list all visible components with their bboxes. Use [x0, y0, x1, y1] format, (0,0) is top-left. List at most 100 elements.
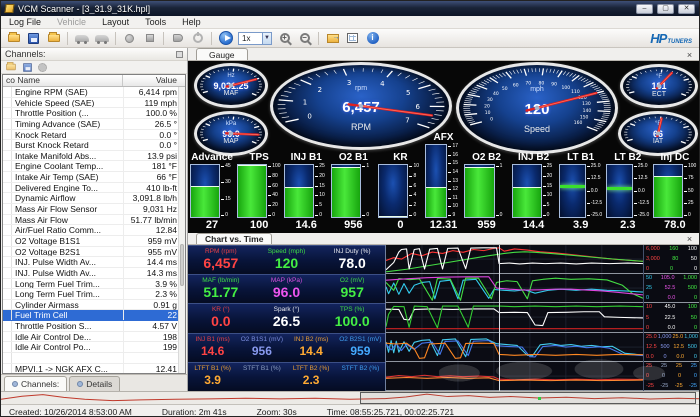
tab-gauge[interactable]: Gauge: [196, 48, 248, 60]
table-row[interactable]: Engine Coolant Temp...181 °F: [3, 161, 185, 172]
title-bar: VCM Scanner - [3_31.9_31K.hpl] – ▢ ✕: [1, 1, 699, 16]
chart-cursor[interactable]: [499, 245, 500, 391]
readout-cell: Speed (mph)120: [254, 246, 320, 273]
svg-text:0: 0: [307, 113, 311, 121]
stop-button[interactable]: [140, 30, 159, 47]
table-row[interactable]: Delivered Engine To...410 lb-ft: [3, 183, 185, 194]
table-row[interactable]: Cylinder Airmass0.91 g: [3, 300, 185, 311]
table-row[interactable]: Intake Air Temp (SAE)66 °F: [3, 172, 185, 183]
zoom-out-button[interactable]: −: [295, 30, 314, 47]
zoom-in-button[interactable]: +: [275, 30, 294, 47]
svg-text:30: 30: [487, 97, 493, 103]
overview-selection[interactable]: [360, 392, 696, 404]
export-button[interactable]: [323, 30, 342, 47]
table-row[interactable]: INJ. Pulse Width Av...14.4 ms: [3, 257, 185, 268]
table-row[interactable]: MPVI.1 -> NGK AFX C...12.41: [3, 364, 185, 373]
minimize-button[interactable]: –: [636, 4, 653, 14]
table-row[interactable]: Mass Air Flow51.77 lb/min: [3, 215, 185, 226]
table-row[interactable]: O2 Voltage B1S1959 mV: [3, 236, 185, 247]
scrollbar-thumb[interactable]: [180, 244, 184, 286]
toolbar-separator: [318, 32, 319, 45]
record-button[interactable]: [120, 30, 139, 47]
kr-bar-gauge: KR10864200: [378, 152, 422, 232]
close-icon[interactable]: ×: [684, 234, 695, 244]
column-header-name[interactable]: co Name: [3, 75, 123, 86]
table-scrollbar[interactable]: [178, 87, 185, 373]
zoom-in-icon: +: [280, 33, 290, 43]
table-row[interactable]: Knock Retard0.0 °: [3, 130, 185, 141]
svg-text:40: 40: [493, 91, 499, 97]
beep-button[interactable]: [168, 30, 187, 47]
readout-row: RPM (rpm)6,457Speed (mph)120INJ Duty (%)…: [188, 245, 385, 274]
table-row[interactable]: Throttle Position S...4.57 V: [3, 321, 185, 332]
channels-table-header[interactable]: co Name Value: [3, 75, 185, 87]
afx-bar-value: 12.31: [425, 218, 461, 232]
pin-icon[interactable]: [176, 51, 183, 58]
svg-text:4: 4: [380, 80, 385, 88]
chart-strip[interactable]: [386, 333, 643, 362]
write-vehicle-button[interactable]: [92, 30, 111, 47]
table-row[interactable]: Throttle Position (...100.0 %: [3, 108, 185, 119]
channel-config-save-icon[interactable]: [23, 63, 32, 72]
table-row[interactable]: Idle Air Control Po...199: [3, 342, 185, 353]
table-row[interactable]: Fuel Trim Cell22: [3, 310, 185, 321]
save-log-button[interactable]: [24, 30, 43, 47]
table-row[interactable]: Idle Air Control De...198: [3, 332, 185, 343]
scan-data-button[interactable]: [343, 30, 362, 47]
table-row[interactable]: Air/Fuel Ratio Comm...12.84: [3, 225, 185, 236]
chart-strip[interactable]: [386, 303, 643, 332]
svg-text:3: 3: [347, 79, 351, 87]
table-row[interactable]: Long Term Fuel Trim...3.9 %: [3, 279, 185, 290]
power-button[interactable]: [188, 30, 207, 47]
table-row[interactable]: Mass Air Flow Sensor9,031 Hz: [3, 204, 185, 215]
readout-cell: O2 (mV)957: [319, 275, 385, 302]
menu-help[interactable]: Help: [174, 16, 209, 28]
table-row[interactable]: [3, 353, 185, 364]
tab-chart-vs-time[interactable]: Chart vs. Time: [196, 233, 272, 244]
menu-log-file[interactable]: Log File: [1, 16, 49, 28]
channel-config-open-icon[interactable]: [6, 64, 16, 70]
table-row[interactable]: INJ. Pulse Width Av...14.3 ms: [3, 268, 185, 279]
table-row[interactable]: Vehicle Speed (SAE)119 mph: [3, 98, 185, 109]
close-button[interactable]: ✕: [678, 4, 695, 14]
menu-layout[interactable]: Layout: [94, 16, 137, 28]
table-row[interactable]: Timing Advance (SAE)26.5 °: [3, 119, 185, 130]
chart-strips[interactable]: [386, 245, 643, 391]
menu-tools[interactable]: Tools: [137, 16, 174, 28]
maximize-button[interactable]: ▢: [657, 4, 674, 14]
open-log-button[interactable]: [4, 30, 23, 47]
readout-row: MAF (lb/min)51.77MAP (kPa)96.0O2 (mV)957: [188, 274, 385, 303]
table-row[interactable]: O2 Voltage B2S1955 mV: [3, 247, 185, 258]
info-button[interactable]: [363, 30, 382, 47]
save-as-button[interactable]: [44, 30, 63, 47]
svg-text:140: 140: [583, 108, 592, 114]
inj-b2-bar-gauge: INJ B2252015105014.4: [512, 152, 556, 232]
tab-details[interactable]: Details: [69, 376, 120, 391]
play-button[interactable]: [216, 30, 235, 47]
status-bar: Created: 10/26/2014 8:53:00 AM Duration:…: [1, 404, 699, 417]
close-icon[interactable]: ×: [684, 50, 695, 60]
toolbar-separator: [211, 32, 212, 45]
readout-cell: O2 B2S1 (mV)959: [336, 334, 385, 361]
table-row[interactable]: Engine RPM (SAE)6,414 rpm: [3, 87, 185, 98]
gear-icon[interactable]: [38, 63, 47, 72]
chart-area: RPM (rpm)6,457Speed (mph)120INJ Duty (%)…: [188, 245, 699, 391]
table-row[interactable]: Dynamic Airflow3,091.8 lb/h: [3, 193, 185, 204]
readout-cell: KR (°)0.0: [188, 304, 254, 331]
car-icon: [95, 35, 109, 42]
replay-speed-select[interactable]: 1x ▼: [238, 32, 272, 45]
table-row[interactable]: Burst Knock Retard0.0 °: [3, 140, 185, 151]
menu-vehicle[interactable]: Vehicle: [49, 16, 94, 28]
chart-strip[interactable]: [386, 362, 643, 391]
timeline-overview[interactable]: [1, 391, 699, 404]
svg-text:130: 130: [582, 101, 591, 107]
table-row[interactable]: Long Term Fuel Trim...2.3 %: [3, 289, 185, 300]
tab-channels[interactable]: Channels:: [4, 376, 67, 391]
table-row[interactable]: Intake Manifold Abs...13.9 psi: [3, 151, 185, 162]
column-header-value[interactable]: Value: [123, 75, 185, 86]
chart-strip[interactable]: [386, 245, 643, 274]
chart-strip[interactable]: [386, 274, 643, 303]
svg-text:10: 10: [485, 110, 491, 116]
status-zoom: Zoom: 30s: [257, 407, 297, 417]
read-vehicle-button[interactable]: [72, 30, 91, 47]
